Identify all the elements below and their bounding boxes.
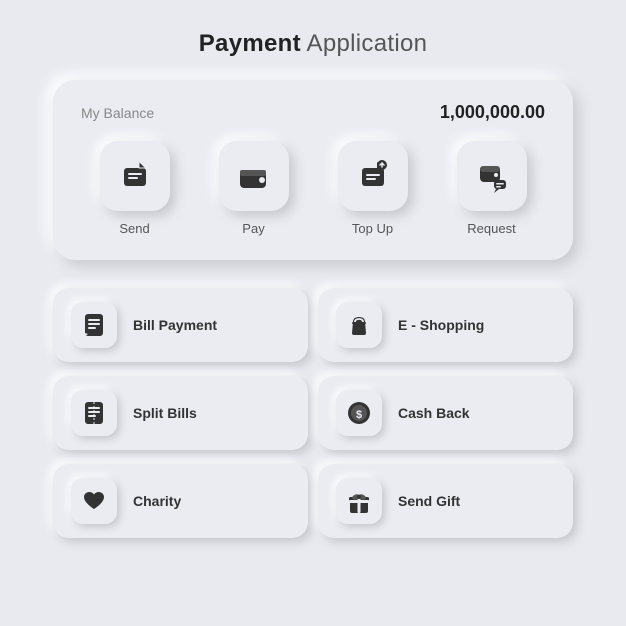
cash-back-item[interactable]: $ Cash Back [318, 376, 573, 450]
send-gift-item[interactable]: Send Gift [318, 464, 573, 538]
request-icon [474, 158, 510, 194]
bill-payment-icon [80, 311, 108, 339]
charity-icon [80, 487, 108, 515]
cash-back-icon-wrap: $ [336, 390, 382, 436]
request-icon-wrap [457, 141, 527, 211]
balance-label: My Balance [81, 105, 154, 121]
balance-amount: 1,000,000.00 [440, 102, 545, 123]
split-bills-item[interactable]: Split Bills [53, 376, 308, 450]
send-gift-icon [345, 487, 373, 515]
menu-grid: Bill Payment E - Shopping Split Bills [53, 288, 573, 538]
split-bills-label: Split Bills [133, 405, 197, 421]
charity-item[interactable]: Charity [53, 464, 308, 538]
request-button[interactable]: Request [438, 141, 545, 236]
e-shopping-label: E - Shopping [398, 317, 484, 333]
title-bold: Payment [199, 30, 301, 57]
bill-payment-item[interactable]: Bill Payment [53, 288, 308, 362]
topup-icon [355, 158, 391, 194]
send-icon-wrap [100, 141, 170, 211]
send-gift-icon-wrap [336, 478, 382, 524]
pay-icon-wrap [219, 141, 289, 211]
send-icon [117, 158, 153, 194]
title-light: Application [301, 30, 427, 57]
bill-payment-icon-wrap [71, 302, 117, 348]
split-bills-icon-wrap [71, 390, 117, 436]
charity-label: Charity [133, 493, 181, 509]
e-shopping-icon-wrap [336, 302, 382, 348]
request-label: Request [467, 221, 515, 236]
topup-button[interactable]: Top Up [319, 141, 426, 236]
topup-label: Top Up [352, 221, 393, 236]
send-gift-label: Send Gift [398, 493, 460, 509]
svg-text:$: $ [356, 409, 362, 421]
pay-icon [235, 157, 273, 195]
balance-card: My Balance 1,000,000.00 Send [53, 80, 573, 260]
e-shopping-icon [345, 311, 373, 339]
action-buttons: Send Pay [81, 141, 545, 236]
topup-icon-wrap [338, 141, 408, 211]
bill-payment-label: Bill Payment [133, 317, 217, 333]
cash-back-label: Cash Back [398, 405, 470, 421]
cash-back-icon: $ [345, 399, 373, 427]
send-button[interactable]: Send [81, 141, 188, 236]
pay-button[interactable]: Pay [200, 141, 307, 236]
e-shopping-item[interactable]: E - Shopping [318, 288, 573, 362]
pay-label: Pay [242, 221, 264, 236]
send-label: Send [119, 221, 149, 236]
page-title: Payment Application [199, 30, 428, 58]
split-bills-icon [80, 399, 108, 427]
charity-icon-wrap [71, 478, 117, 524]
balance-header: My Balance 1,000,000.00 [81, 102, 545, 123]
